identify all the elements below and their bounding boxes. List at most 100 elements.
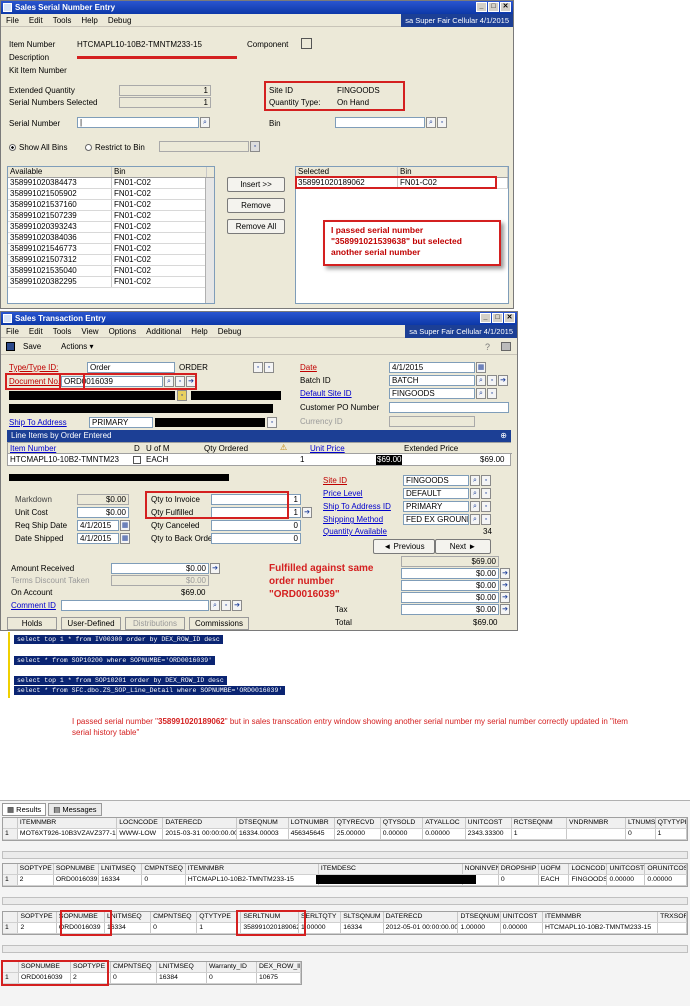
column-header[interactable]: Warranty_ID (207, 962, 257, 972)
freight-expand-icon[interactable]: ➔ (500, 580, 510, 591)
column-header[interactable]: ITEMDESC (319, 864, 463, 874)
next-button[interactable]: Next ► (435, 539, 491, 554)
column-header[interactable]: LNITMSEQ (157, 962, 207, 972)
component-checkbox[interactable] (301, 38, 312, 49)
misc-expand-icon[interactable]: ➔ (500, 592, 510, 603)
req-ship-date-input[interactable]: 4/1/2015 (77, 520, 119, 531)
column-header[interactable]: UNITCOST (501, 912, 543, 922)
type-label[interactable]: Type/Type ID: (9, 363, 58, 373)
help-icon[interactable]: ? (485, 342, 490, 352)
actions-button[interactable]: Actions ▾ (61, 342, 93, 352)
column-header[interactable]: SERLTNUM (241, 912, 300, 922)
col-unit-price[interactable]: Unit Price (310, 444, 345, 454)
column-header[interactable] (3, 912, 19, 922)
table-cell[interactable]: 2012-05-01 00:00:00.000 (384, 923, 459, 933)
available-row[interactable]: 358991021507239 FN01-C02 (8, 211, 214, 222)
qty-fulfilled-value[interactable]: 1 (211, 507, 301, 518)
serial-number-input[interactable]: | (77, 117, 199, 128)
restrict-bin-option[interactable]: Restrict to Bin (85, 143, 145, 153)
batch-next-icon[interactable]: ➔ (498, 375, 508, 386)
close-icon[interactable]: ✕ (500, 2, 511, 12)
sql-line-1[interactable]: select top 1 * from IV00300 order by DEX… (14, 635, 223, 644)
serial-window-titlebar[interactable]: Sales Serial Number Entry _ □ ✕ (1, 1, 513, 14)
table-cell[interactable]: 25.00000 (335, 829, 381, 839)
menu-edit[interactable]: Edit (24, 14, 48, 27)
table-cell[interactable]: 1 (3, 973, 19, 983)
table-cell[interactable]: 1 (512, 829, 568, 839)
batch-new-icon[interactable]: ▫ (487, 375, 497, 386)
column-header[interactable]: QTYSOLD (381, 818, 424, 828)
menu-help[interactable]: Help (186, 325, 212, 338)
col-item-number[interactable]: Item Number (10, 444, 56, 454)
tab-commissions[interactable]: Commissions (189, 617, 249, 630)
tab-user-defined[interactable]: User-Defined (61, 617, 121, 630)
available-row[interactable]: 358991021537160 FN01-C02 (8, 200, 214, 211)
menu-additional[interactable]: Additional (141, 325, 186, 338)
menu-debug[interactable]: Debug (213, 325, 247, 338)
table-cell[interactable]: 2 (71, 973, 111, 983)
column-header[interactable]: SERLTQTY (299, 912, 342, 922)
misc-value[interactable]: $0.00 (401, 592, 499, 603)
column-header[interactable]: QTYRECVD (335, 818, 381, 828)
column-header[interactable] (3, 864, 18, 874)
quantity-available-label[interactable]: Quantity Available (323, 527, 387, 537)
insert-button[interactable]: Insert >> (227, 177, 285, 192)
available-row[interactable]: 358991020393243 FN01-C02 (8, 222, 214, 233)
table4-data-row[interactable]: 1 ORD0016039 2 0 16384 0 10675 (3, 973, 301, 984)
ship-to-address-id-input[interactable]: PRIMARY (403, 501, 469, 512)
tab-holds[interactable]: Holds (7, 617, 57, 630)
table-cell[interactable]: 10675 (257, 973, 301, 983)
line-site-lookup-icon[interactable]: ⌕ (470, 475, 480, 486)
table-cell[interactable]: 0 (142, 875, 186, 885)
table1-data-row[interactable]: 1 MOT6XT926-10B3VZAVZ377-15 WWW-LOW 2015-03… (3, 829, 687, 840)
restrict-bin-radio[interactable] (85, 144, 92, 152)
selected-row[interactable]: 358991020189062 FN01-C02 (296, 178, 508, 189)
column-header[interactable]: CMPNTSEQ (142, 864, 186, 874)
qty-canceled-value[interactable]: 0 (211, 520, 301, 531)
table-cell[interactable]: 0 (111, 973, 157, 983)
table-cell[interactable]: ORD0016039 (19, 973, 71, 983)
ship-to-address-id-label[interactable]: Ship To Address ID (323, 502, 391, 512)
column-header[interactable]: SOPNUMBE (19, 962, 71, 972)
comment-id-input[interactable] (61, 600, 209, 611)
column-header[interactable]: ITEMNMBR (543, 912, 659, 922)
menu-options[interactable]: Options (104, 325, 142, 338)
column-header[interactable]: DATERECD (163, 818, 237, 828)
default-site-label[interactable]: Default Site ID (300, 389, 352, 399)
unit-cost-value[interactable]: $0.00 (77, 507, 129, 518)
column-header[interactable]: ATYALLOC (423, 818, 466, 828)
qty-fulfilled-expand-icon[interactable]: ➔ (302, 507, 312, 518)
document-number-input[interactable]: ORD0016039 (61, 376, 163, 387)
tab-messages[interactable]: ▤ Messages (48, 803, 102, 816)
trade-discount-expand-icon[interactable]: ➔ (500, 568, 510, 579)
column-header[interactable]: LOCNCODE (117, 818, 164, 828)
selected-bin-header[interactable]: Bin (398, 167, 508, 177)
table-cell[interactable]: 1 (3, 875, 18, 885)
column-header[interactable]: LOTNUMBR (289, 818, 335, 828)
site-lookup-icon[interactable]: ⌕ (476, 388, 486, 399)
table-cell[interactable]: 0 (626, 829, 656, 839)
available-row[interactable]: 358991020384036 FN01-C02 (8, 233, 214, 244)
price-level-label[interactable]: Price Level (323, 489, 363, 499)
remove-button[interactable]: Remove (227, 198, 285, 213)
shipping-method-label[interactable]: Shipping Method (323, 515, 383, 525)
available-scrollbar[interactable] (205, 178, 214, 303)
table-cell[interactable]: FINGOODS (569, 875, 608, 885)
column-header[interactable]: DTSEQNUM (237, 818, 289, 828)
column-header[interactable]: ITEMNMBR (186, 864, 319, 874)
sql-line-2[interactable]: select * from SOP10200 where SOPNUMBE='O… (14, 656, 216, 665)
comment-lookup-icon[interactable]: ⌕ (210, 600, 220, 611)
document-lookup-icon[interactable]: ⌕ (164, 376, 174, 387)
column-header[interactable]: DROPSHIP (499, 864, 539, 874)
column-header[interactable]: LTNUMSLD (626, 818, 656, 828)
serial-lookup-icon[interactable]: ⌕ (200, 117, 210, 128)
table-cell[interactable]: 1 (197, 923, 242, 933)
trade-discount-value[interactable]: $0.00 (401, 568, 499, 579)
column-header[interactable]: ORUNITCOST (645, 864, 687, 874)
customer-po-input[interactable] (389, 402, 509, 413)
comment-new-icon[interactable]: ▫ (221, 600, 231, 611)
available-row[interactable]: 358991021546773 FN01-C02 (8, 244, 214, 255)
table-cell[interactable]: EACH (539, 875, 570, 885)
table-cell[interactable]: 2 (18, 923, 57, 933)
table-cell[interactable]: 1.00000 (458, 923, 501, 933)
